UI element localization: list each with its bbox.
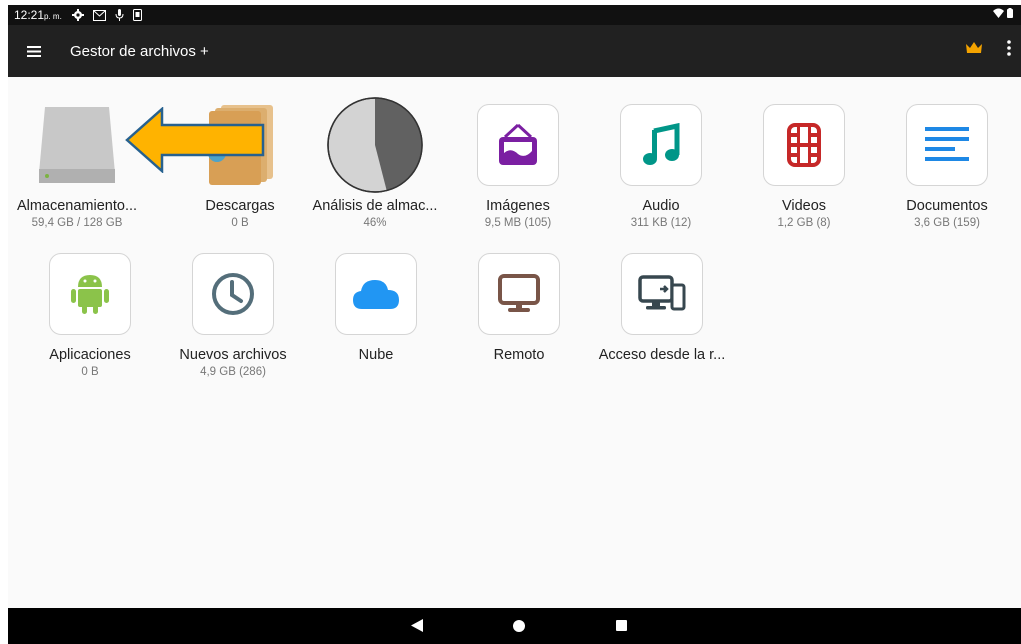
tile-label: Imágenes	[486, 198, 550, 214]
tile-images[interactable]: Imágenes 9,5 MB (105)	[443, 104, 593, 229]
film-strip-icon	[787, 123, 821, 167]
recent-square-icon[interactable]	[616, 620, 627, 631]
app-title: Gestor de archivos +	[70, 42, 209, 60]
settings-icon	[71, 9, 84, 21]
battery-icon	[1007, 8, 1013, 18]
remote-iconbox	[478, 253, 560, 335]
status-time-ampm: p. m.	[44, 12, 62, 21]
navigation-bar	[8, 608, 1021, 644]
tile-sub: 46%	[363, 217, 387, 229]
clock-icon	[212, 273, 254, 315]
apps-iconbox	[49, 253, 131, 335]
hamburger-menu-icon	[27, 45, 41, 57]
tile-label: Aplicaciones	[49, 347, 131, 363]
remote-access-icon	[638, 275, 686, 311]
tile-remote[interactable]: Remoto	[444, 253, 594, 363]
monitor-icon	[498, 274, 540, 312]
storage-iconbox	[36, 104, 118, 186]
tile-videos[interactable]: Videos 1,2 GB (8)	[729, 104, 879, 229]
tile-sub: 4,9 GB (286)	[200, 366, 266, 378]
app-bar: Gestor de archivos +	[8, 25, 1021, 77]
analysis-iconbox	[325, 95, 425, 195]
images-iconbox	[477, 104, 559, 186]
tile-sub: 9,5 MB (105)	[484, 217, 552, 229]
tile-label: Audio	[642, 198, 680, 214]
microphone-icon	[115, 9, 124, 21]
categories-grid: Almacenamiento... 59,4 GB / 128 GB Desca…	[8, 77, 1021, 608]
more-vert-icon	[1007, 40, 1011, 56]
app-window: 12:21p. m. Gestor de archivos + Almacena…	[8, 5, 1021, 644]
cloud-icon	[353, 280, 399, 309]
audio-iconbox	[620, 104, 702, 186]
gmail-icon	[92, 9, 106, 21]
cloud-iconbox	[335, 253, 417, 335]
music-note-icon	[643, 123, 680, 165]
documents-iconbox	[906, 104, 988, 186]
tile-documents[interactable]: Documentos 3,6 GB (159)	[872, 104, 1021, 229]
back-triangle-icon[interactable]	[411, 619, 423, 632]
status-time: 12:21p. m.	[14, 8, 62, 22]
tile-audio[interactable]: Audio 311 KB (12)	[586, 104, 736, 229]
status-time-value: 12:21	[14, 8, 45, 22]
image-frame-icon	[499, 123, 537, 165]
new-files-iconbox	[192, 253, 274, 335]
tile-remote-access[interactable]: Acceso desde la r...	[587, 253, 737, 363]
arrow-left-icon	[125, 107, 265, 173]
tile-label: Almacenamiento...	[16, 198, 138, 214]
tile-sub: 1,2 GB (8)	[777, 217, 831, 229]
tile-label: Nuevos archivos	[179, 347, 287, 363]
remote-access-iconbox	[621, 253, 703, 335]
tile-sub: 59,4 GB / 128 GB	[31, 217, 123, 229]
premium-button[interactable]	[965, 41, 983, 59]
tile-label: Documentos	[906, 198, 988, 214]
tile-sub: 3,6 GB (159)	[914, 217, 980, 229]
tile-sub: 0 B	[81, 366, 99, 378]
tile-storage-analysis[interactable]: Análisis de almac... 46%	[300, 97, 450, 229]
hamburger-menu-button[interactable]	[8, 25, 60, 77]
home-circle-icon[interactable]	[513, 620, 525, 632]
tile-label: Análisis de almac...	[312, 198, 438, 214]
hard-drive-icon	[39, 107, 115, 183]
tile-label: Videos	[781, 198, 827, 214]
pie-chart-icon	[327, 97, 423, 193]
crown-icon	[966, 42, 982, 53]
tile-sub: 311 KB (12)	[630, 217, 692, 229]
screenshot-icon	[132, 9, 142, 21]
tile-label: Nube	[358, 347, 394, 363]
tile-label: Descargas	[205, 198, 275, 214]
document-lines-icon	[925, 127, 969, 161]
tile-cloud[interactable]: Nube	[301, 253, 451, 363]
tile-new-files[interactable]: Nuevos archivos 4,9 GB (286)	[158, 253, 308, 378]
tile-label: Remoto	[493, 347, 545, 363]
videos-iconbox	[763, 104, 845, 186]
tile-label: Acceso desde la r...	[598, 347, 726, 363]
android-icon	[71, 275, 109, 314]
tile-sub: 0 B	[231, 217, 249, 229]
more-options-button[interactable]	[1007, 40, 1011, 61]
status-bar: 12:21p. m.	[8, 5, 1021, 25]
wifi-icon	[993, 8, 1004, 18]
tile-apps[interactable]: Aplicaciones 0 B	[15, 253, 165, 378]
